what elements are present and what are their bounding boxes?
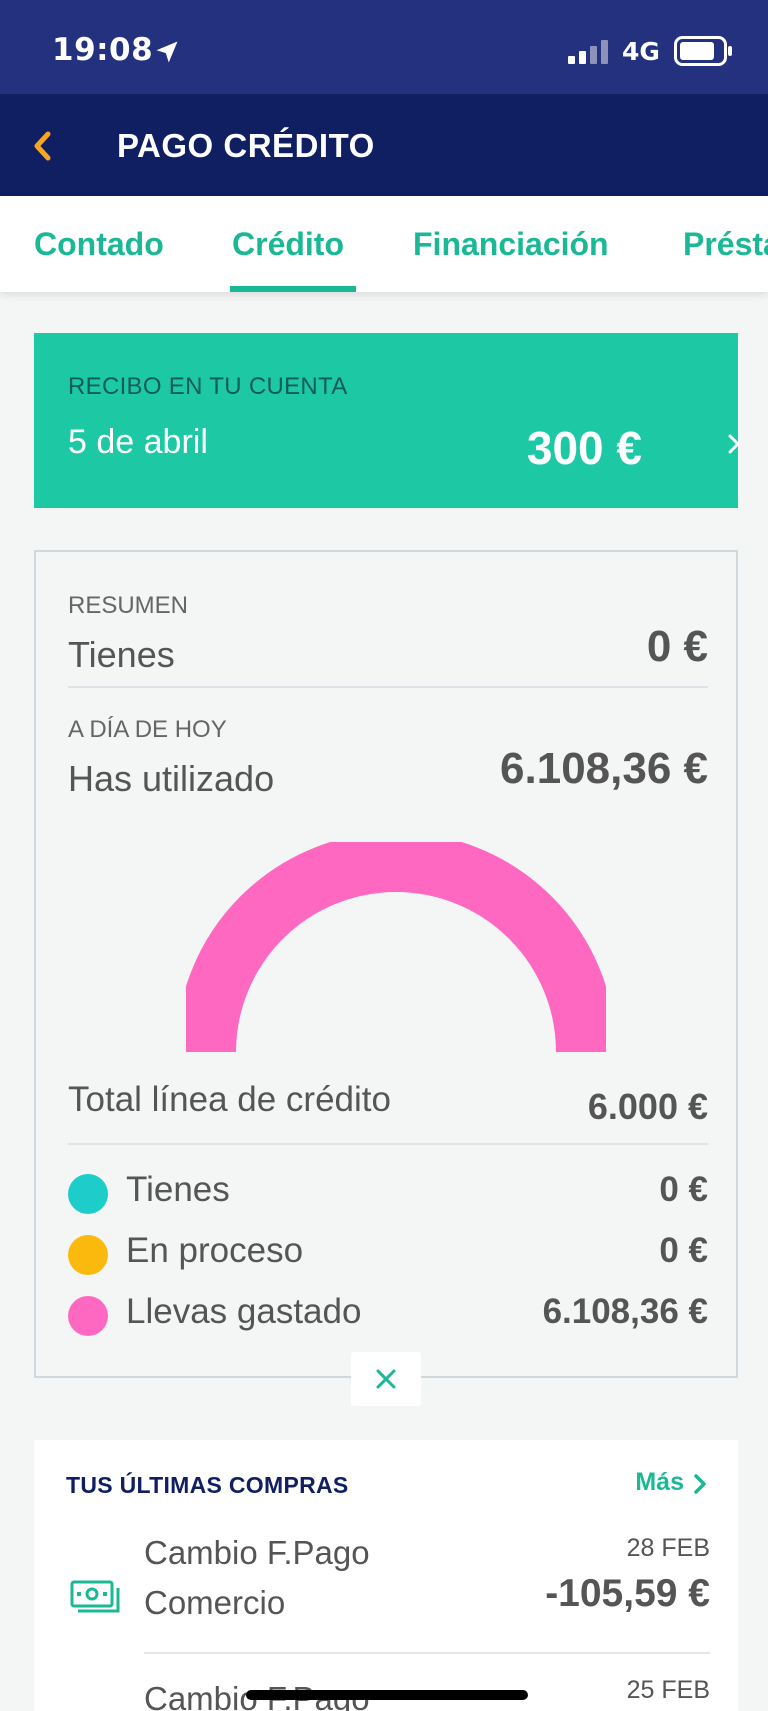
tienes-value: 0 € (646, 622, 708, 671)
chevron-right-icon[interactable] (692, 1473, 708, 1495)
page-title: PAGO CRÉDITO (117, 127, 375, 164)
receipt-label: RECIBO EN TU CUENTA (68, 373, 348, 400)
credit-summary-card: RESUMEN Tienes 0 € A DÍA DE HOY Has util… (34, 550, 738, 1378)
legend-value: 6.108,36 € (542, 1292, 708, 1331)
tab-credito[interactable]: Crédito (232, 226, 344, 263)
chevron-right-icon (728, 434, 740, 454)
tab-bar: Contado Crédito Financiación Préstamos (0, 196, 768, 292)
recent-purchases-card: TUS ÚLTIMAS COMPRAS Más Cambio F.Pago Co… (34, 1440, 738, 1711)
tienes-label: Tienes (68, 634, 175, 675)
legend-row-llevas-gastado: Llevas gastado 6.108,36 € (68, 1290, 708, 1340)
legend-label: Llevas gastado (126, 1292, 362, 1331)
legend-row-en-proceso: En proceso 0 € (68, 1229, 708, 1279)
legend-label: En proceso (126, 1231, 304, 1270)
tab-contado[interactable]: Contado (34, 226, 164, 263)
legend-value: 0 € (659, 1231, 708, 1270)
divider (68, 1143, 708, 1145)
used-label: Has utilizado (68, 758, 275, 799)
purchase-name[interactable]: Cambio F.Pago (144, 1530, 370, 1576)
credit-gauge (186, 842, 606, 1053)
legend-dot-en-proceso (68, 1235, 108, 1275)
gauge-used-arc (186, 842, 606, 1053)
active-tab-indicator (230, 286, 356, 292)
collapse-button[interactable] (351, 1352, 421, 1406)
used-value: 6.108,36 € (500, 744, 708, 793)
receipt-card[interactable]: RECIBO EN TU CUENTA 5 de abril 300 € (34, 333, 740, 508)
receipt-date: 5 de abril (68, 423, 208, 461)
legend-label: Tienes (126, 1170, 230, 1209)
status-time: 19:08 (52, 32, 154, 68)
purchase-merchant: Comercio (144, 1584, 286, 1621)
tab-prestamos[interactable]: Préstamos (683, 226, 768, 263)
status-bar: 19:08 4G (0, 0, 768, 94)
legend-row-tienes: Tienes 0 € (68, 1168, 708, 1218)
battery-icon (674, 36, 732, 66)
purchase-date: 28 FEB (626, 1534, 710, 1562)
legend-value: 0 € (659, 1170, 708, 1209)
today-label: A DÍA DE HOY (68, 716, 227, 743)
resumen-label: RESUMEN (68, 592, 189, 619)
purchases-title: TUS ÚLTIMAS COMPRAS (66, 1472, 349, 1498)
network-label: 4G (622, 37, 660, 66)
total-credit-value: 6.000 € (587, 1086, 708, 1127)
tab-financiacion[interactable]: Financiación (413, 226, 609, 263)
location-arrow-icon (156, 41, 178, 63)
purchase-date: 25 FEB (626, 1676, 710, 1704)
cash-icon (70, 1580, 120, 1613)
home-indicator (246, 1690, 528, 1700)
legend-dot-llevas-gastado (68, 1296, 108, 1336)
more-link[interactable]: Más (635, 1468, 684, 1497)
total-credit-label: Total línea de crédito (68, 1080, 391, 1119)
app-header: PAGO CRÉDITO (0, 94, 768, 196)
back-chevron-icon[interactable] (28, 126, 58, 166)
signal-icon (568, 40, 608, 64)
close-icon (376, 1369, 396, 1389)
legend-dot-tienes (68, 1174, 108, 1214)
purchase-amount: -105,59 € (545, 1572, 710, 1615)
receipt-amount: 300 € (526, 422, 642, 474)
divider (144, 1652, 710, 1654)
divider (68, 686, 708, 688)
